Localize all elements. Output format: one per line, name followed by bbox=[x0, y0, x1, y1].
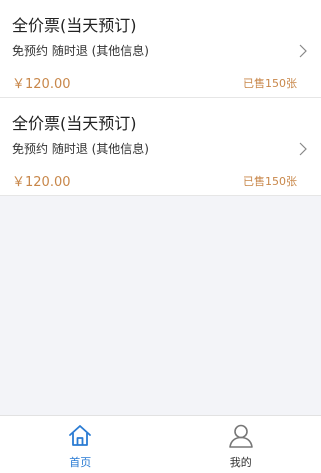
ticket-item[interactable]: 全价票(当天预订) 免预约 随时退 (其他信息) ￥120.00 已售150张 bbox=[0, 0, 321, 98]
tab-home[interactable]: 首页 bbox=[0, 416, 161, 473]
ticket-title: 全价票(当天预订) bbox=[12, 16, 137, 35]
home-icon bbox=[69, 425, 92, 446]
ticket-description: 免预约 随时退 (其他信息) bbox=[12, 44, 149, 58]
tab-mine-label: 我的 bbox=[229, 456, 252, 469]
ticket-description: 免预约 随时退 (其他信息) bbox=[12, 142, 149, 156]
ticket-item[interactable]: 全价票(当天预订) 免预约 随时退 (其他信息) ￥120.00 已售150张 bbox=[0, 98, 321, 196]
ticket-price: ￥120.00 bbox=[12, 77, 71, 92]
tab-home-label: 首页 bbox=[69, 456, 92, 469]
ticket-list: 全价票(当天预订) 免预约 随时退 (其他信息) ￥120.00 已售150张 … bbox=[0, 0, 321, 196]
ticket-sold-count: 已售150张 bbox=[243, 175, 297, 188]
chevron-right-icon[interactable] bbox=[299, 142, 307, 156]
chevron-right-icon[interactable] bbox=[299, 44, 307, 58]
bottom-tab-bar: 首页 我的 bbox=[0, 415, 321, 473]
ticket-price: ￥120.00 bbox=[12, 175, 71, 190]
ticket-sold-count: 已售150张 bbox=[243, 77, 297, 90]
ticket-title: 全价票(当天预订) bbox=[12, 114, 137, 133]
user-icon bbox=[228, 424, 253, 448]
tab-mine[interactable]: 我的 bbox=[161, 416, 321, 473]
